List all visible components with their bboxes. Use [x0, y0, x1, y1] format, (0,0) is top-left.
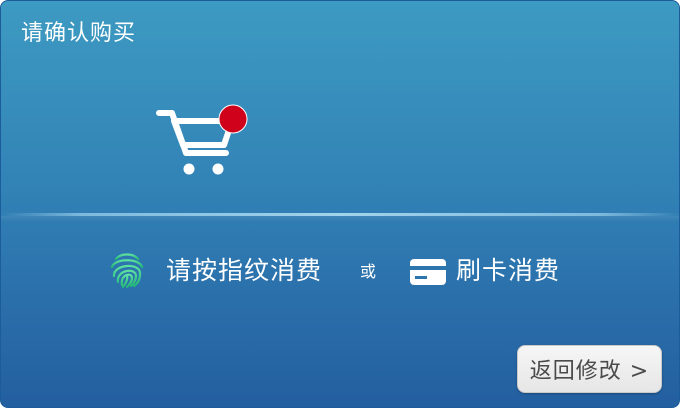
credit-card-icon [410, 259, 446, 285]
payment-options: 请按指纹消费 或 刷卡消费 [1, 247, 679, 295]
fingerprint-icon [110, 253, 144, 289]
or-separator: 或 [360, 262, 377, 281]
back-button-label: 返回修改 > [529, 359, 650, 384]
back-modify-button[interactable]: 返回修改 > [517, 345, 662, 393]
section-divider [1, 213, 679, 222]
fingerprint-pay-label: 请按指纹消费 [166, 256, 323, 285]
purchase-confirm-panel: 请确认购买 请按指纹消费 或 刷卡消费 返回修改 > [0, 0, 680, 408]
notification-badge [218, 104, 248, 134]
cart-illustration [156, 101, 252, 181]
page-title: 请确认购买 [21, 21, 137, 46]
card-pay-label: 刷卡消费 [456, 256, 561, 285]
